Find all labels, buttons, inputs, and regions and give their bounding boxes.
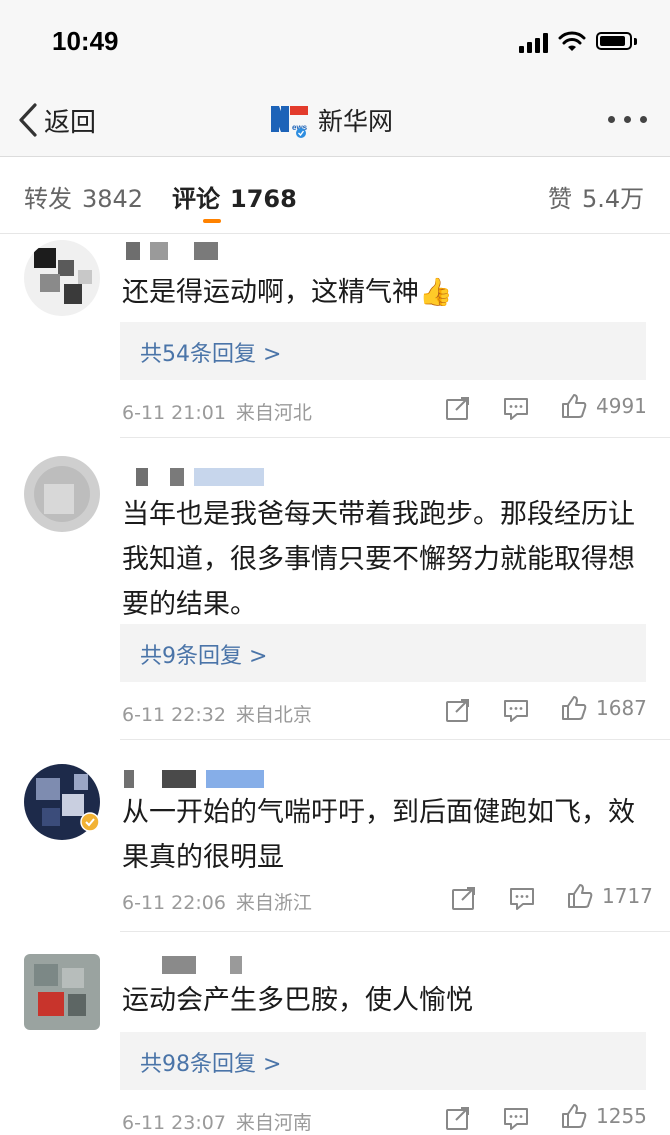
- thumbs-up-icon: [562, 696, 587, 720]
- comment-text: 运动会产生多巴胺，使人愉悦: [122, 985, 473, 1016]
- cellular-signal-icon: [519, 33, 551, 53]
- comment-icon[interactable]: [502, 394, 530, 422]
- back-button[interactable]: 返回: [18, 100, 96, 140]
- more-options-icon[interactable]: [606, 116, 650, 126]
- status-bar: 10:49: [0, 0, 670, 86]
- tab-likes[interactable]: 赞 5.4万: [548, 179, 644, 214]
- comment-icon[interactable]: [508, 884, 536, 912]
- comment-meta: 6-11 21:01 来自河北: [122, 398, 312, 425]
- account-header[interactable]: ews 新华网: [270, 102, 393, 138]
- thumbs-up-icon: [562, 1104, 587, 1128]
- comment-meta: 6-11 23:07 来自河南: [122, 1108, 312, 1135]
- comment-date: 6-11 22:06: [122, 892, 226, 914]
- like-button[interactable]: 1717: [566, 882, 653, 910]
- comment-source: 来自北京: [235, 704, 312, 726]
- thumbs-up-icon: [568, 884, 593, 908]
- comment-text: 当年也是我爸每天带着我跑步。那段经历让我知道，很多事情只要不懈努力就能取得想要的…: [122, 499, 635, 620]
- like-button[interactable]: 1255: [560, 1102, 647, 1130]
- comment-text: 还是得运动啊，这精气神👍: [122, 277, 453, 308]
- tab-reposts-count: 3842: [82, 185, 144, 213]
- verified-badge-icon: [80, 812, 100, 832]
- reply-summary[interactable]: 共98条回复 >: [120, 1032, 646, 1090]
- reply-count-link[interactable]: 共9条回复 >: [140, 638, 267, 670]
- avatar[interactable]: [24, 954, 100, 1030]
- like-count: 1687: [596, 696, 647, 720]
- comment-source: 来自浙江: [235, 892, 312, 914]
- comment-date: 6-11 23:07: [122, 1112, 226, 1134]
- like-button[interactable]: 4991: [560, 392, 647, 420]
- active-tab-indicator: [203, 219, 221, 223]
- like-count: 1255: [596, 1104, 647, 1128]
- comment-item: 从一开始的气喘吁吁，到后面健跑如飞，效果真的很明显 6-11 22:06 来自浙江…: [0, 740, 670, 932]
- share-icon[interactable]: [444, 394, 472, 422]
- thumbs-up-icon: [562, 394, 587, 418]
- tab-reposts-label: 转发: [24, 185, 72, 213]
- share-icon[interactable]: [450, 884, 478, 912]
- battery-icon: [596, 32, 638, 52]
- comment-source: 来自河北: [235, 402, 312, 424]
- tab-reposts[interactable]: 转发 3842: [24, 179, 143, 214]
- tab-comments[interactable]: 评论 1768: [172, 179, 297, 214]
- like-button[interactable]: 1687: [560, 694, 647, 722]
- comment-item: 当年也是我爸每天带着我跑步。那段经历让我知道，很多事情只要不懈努力就能取得想要的…: [0, 438, 670, 740]
- comment-meta: 6-11 22:32 来自北京: [122, 700, 312, 727]
- comment-item: 运动会产生多巴胺，使人愉悦 共98条回复 > 6-11 23:07 来自河南 12…: [0, 932, 670, 1134]
- avatar[interactable]: [24, 456, 100, 532]
- chevron-left-icon: [19, 103, 37, 137]
- account-name: 新华网: [318, 107, 394, 136]
- nav-bar: 返回 ews 新华网: [0, 86, 670, 157]
- tab-comments-count: 1768: [230, 185, 297, 213]
- comment-text: 从一开始的气喘吁吁，到后面健跑如飞，效果真的很明显: [122, 797, 635, 873]
- tab-likes-count: 5.4万: [582, 185, 645, 213]
- xinhua-logo-icon: ews: [270, 102, 310, 138]
- comment-date: 6-11 22:32: [122, 704, 226, 726]
- wifi-icon: [558, 31, 586, 51]
- status-time: 10:49: [52, 26, 119, 56]
- reply-summary[interactable]: 共54条回复 >: [120, 322, 646, 380]
- back-label: 返回: [44, 107, 97, 138]
- tab-likes-label: 赞: [548, 185, 572, 213]
- like-count: 4991: [596, 394, 647, 418]
- reply-count-link[interactable]: 共98条回复 >: [140, 1046, 281, 1078]
- reply-summary[interactable]: 共9条回复 >: [120, 624, 646, 682]
- comment-source: 来自河南: [235, 1112, 312, 1134]
- tab-bar: 转发 3842 评论 1768 赞 5.4万: [0, 157, 670, 234]
- comment-item: 还是得运动啊，这精气神👍 共54条回复 > 6-11 21:01 来自河北 499…: [0, 234, 670, 438]
- comment-icon[interactable]: [502, 696, 530, 724]
- share-icon[interactable]: [444, 696, 472, 724]
- comment-meta: 6-11 22:06 来自浙江: [122, 888, 312, 915]
- reply-count-link[interactable]: 共54条回复 >: [140, 336, 281, 368]
- tab-comments-label: 评论: [172, 185, 220, 213]
- avatar[interactable]: [24, 240, 100, 316]
- comment-date: 6-11 21:01: [122, 402, 226, 424]
- like-count: 1717: [602, 884, 653, 908]
